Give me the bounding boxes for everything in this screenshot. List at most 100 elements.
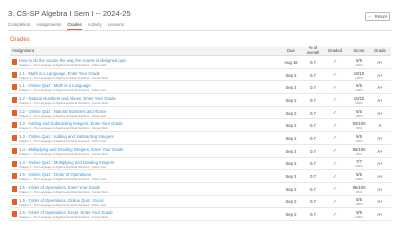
pct-overall: 0.7 [310,59,316,65]
score-percent: 100% [355,164,363,169]
table-row: 1.2 - Online Quiz : Natural Numbers and … [10,107,391,120]
score-percent: 100% [355,177,363,182]
due-date: Sep 2 [285,85,297,91]
due-date: Sep 2 [285,161,297,167]
header-score[interactable]: Score [347,48,371,54]
header-grade[interactable]: Grade [371,48,389,54]
letter-grade: A+ [377,174,383,180]
due-date: Sep 2 [285,72,297,78]
assignment-icon [12,185,17,192]
due-date: Sep 2 [285,110,297,116]
grades-table: Assignment Due % of overall Graded Score… [10,46,391,221]
score-cell: 5/5 100% [347,132,371,145]
arrow-left-icon: ← [367,13,373,19]
tab-completion[interactable]: Completion [8,22,30,30]
table-header: Assignment Due % of overall Graded Score… [10,46,391,56]
checkmark-icon: ✓ [332,110,338,117]
table-row: 1.4 - Online Quiz : Multiplying and Divi… [10,158,391,171]
header-assignment[interactable]: Assignment [12,48,34,54]
checkmark-icon: ✓ [332,148,338,155]
assignment-icon [12,160,17,167]
score-percent: 96% [355,189,362,194]
return-button[interactable]: ← Return [365,12,390,21]
letter-grade: A+ [377,72,383,78]
table-row: How to do the course the way the course … [10,56,391,69]
score-percent: 100% [355,113,363,118]
score-cell: 9/9 100% [347,208,371,221]
due-date: Sep 2 [285,186,297,192]
pct-overall: 0.7 [310,97,316,103]
score-cell: 5/5 100% [347,107,371,120]
score-cell: 10/10 100% [347,69,371,82]
table-body: How to do the course the way the course … [10,56,391,221]
table-row: 1.2 - Natural Numbers and Above, Enter Y… [10,94,391,107]
letter-grade: A+ [377,110,383,116]
course-title: 3. CS-SP Algebra I Sem I -- 2024-25 [8,9,131,18]
assignment-subtitle: Chapter 1 - The Language of Algebra and … [19,202,107,207]
score-cell: 5/5 100% [347,170,371,183]
tabs-divider [8,30,392,31]
due-date: Sep 2 [285,148,297,154]
pct-overall: 0.7 [310,148,316,154]
letter-grade: A+ [377,161,383,167]
tab-bar: Completion Assignments Grades Activity L… [8,22,130,30]
letter-grade: A+ [377,148,383,154]
pct-overall: 0.7 [310,72,316,78]
assignment-subtitle: Chapter 1 - The Language of Algebra and … [19,139,107,144]
assignment-subtitle: Chapter 1 - The Language of Algebra and … [19,88,107,93]
table-row: 1.1 - Math is a Language, Enter Your Gra… [10,69,391,82]
assignment-subtitle: Chapter 1 - The Language of Algebra and … [19,63,107,67]
letter-grade: A+ [377,212,383,218]
checkmark-icon: ✓ [332,59,338,66]
tab-grades[interactable]: Grades [67,22,82,30]
checkmark-icon: ✓ [332,173,338,180]
header-pct-overall[interactable]: % of overall [304,46,322,55]
letter-grade: A+ [377,97,383,103]
due-date: Sep 2 [285,123,297,129]
table-row: 1.1 - Online Quiz : Math is a Language Ch… [10,81,391,95]
score-cell: 5/5 100% [347,196,371,209]
pct-overall: 0.7 [310,85,316,91]
section-title: Grades [10,37,30,43]
tab-assignments[interactable]: Assignments [36,22,61,30]
table-row: 1.5 - Order of Operations, Enter Your Gr… [10,183,391,196]
score-cell: 96/100 96% [347,183,371,196]
score-percent: 100% [355,62,363,67]
table-row: 1.6 - Order of Operations, Excel, Enter … [10,208,391,221]
header-graded[interactable]: Graded [326,48,344,54]
score-cell: 7/7 100% [347,158,371,171]
checkmark-icon: ✓ [332,160,338,167]
pct-overall: 0.7 [310,110,316,116]
pct-overall: 0.7 [310,212,316,218]
pct-overall: 0.7 [310,174,316,180]
assignment-icon [12,71,17,78]
assignment-icon [12,135,17,142]
score-cell: 93/100 93% [347,119,371,132]
assignment-icon [12,147,17,154]
pct-overall: 0.7 [310,135,316,141]
assignment-subtitle: Chapter 1 - The Language of Algebra and … [19,113,107,118]
tab-lessons[interactable]: Lessons [108,22,124,30]
letter-grade: A+ [377,59,383,65]
table-row: 1.3 - Adding and Subtracting Integers, E… [10,119,391,133]
tab-activity[interactable]: Activity [88,22,102,30]
checkmark-icon: ✓ [332,186,338,193]
table-row: 1.5 - Online Quiz : Order of Operations C… [10,170,391,183]
due-date: Sep 2 [285,174,297,180]
assignment-subtitle: Chapter 1 - The Language of Algebra and … [19,189,108,194]
assignment-subtitle: Chapter 1 - The Language of Algebra and … [19,101,108,106]
assignment-icon [12,122,17,129]
assignment-icon [12,173,17,180]
checkmark-icon: ✓ [332,198,338,205]
pct-overall: 0.7 [310,186,316,192]
header-due[interactable]: Due [282,48,300,54]
checkmark-icon: ✓ [332,84,338,91]
letter-grade: A [378,123,382,129]
due-date: Sep 2 [285,97,297,103]
score-percent: 100% [355,138,363,143]
assignment-subtitle: Chapter 1 - The Language of Algebra and … [19,75,108,80]
table-row: 1.4 - Multiplying and Dividing Integers,… [10,145,391,158]
pct-overall: 0.7 [310,161,316,167]
letter-grade: A+ [377,186,383,192]
assignment-subtitle: Chapter 1 - The Language of Algebra and … [19,126,108,131]
